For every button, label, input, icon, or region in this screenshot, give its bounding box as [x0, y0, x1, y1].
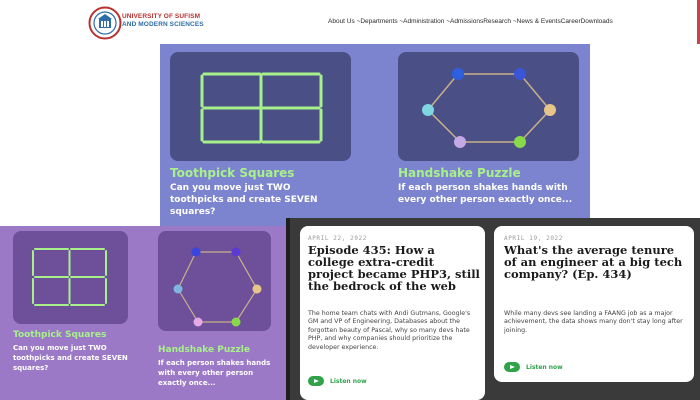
- puzzle-panel-large: Toothpick Squares Can you move just TWO …: [160, 44, 590, 226]
- episode-title[interactable]: Episode 435: How a college extra-credit …: [308, 244, 480, 292]
- listen-now-label: Listen now: [330, 377, 367, 385]
- section-divider: [286, 218, 290, 400]
- episode-card[interactable]: APRIL 19, 2022 What's the average tenure…: [494, 226, 694, 382]
- nav-research[interactable]: Research: [483, 18, 511, 25]
- person-node: [452, 68, 464, 80]
- person-node: [514, 136, 526, 148]
- puzzle-title-handshake[interactable]: Handshake Puzzle: [398, 166, 521, 180]
- nav-about-us[interactable]: About Us: [328, 18, 355, 25]
- nav-career[interactable]: Career: [561, 18, 581, 25]
- person-node: [231, 317, 241, 327]
- puzzle-title-toothpick[interactable]: Toothpick Squares: [170, 166, 294, 180]
- person-node: [252, 284, 262, 294]
- nav-news-events[interactable]: ~News & Events: [513, 18, 561, 25]
- listen-now-button[interactable]: Listen now: [504, 362, 563, 372]
- episode-summary: The home team chats with Andi Gutmans, G…: [308, 310, 471, 351]
- person-node: [193, 317, 203, 327]
- episode-card[interactable]: APRIL 22, 2022 Episode 435: How a colleg…: [300, 226, 485, 400]
- listen-now-label: Listen now: [526, 363, 563, 371]
- puzzle-text-toothpick-small: Can you move just TWO toothpicks and cre…: [13, 344, 128, 372]
- puzzle-title-toothpick-small[interactable]: Toothpick Squares: [13, 330, 106, 340]
- handshake-puzzle-card[interactable]: [398, 52, 579, 161]
- university-name-line1: UNIVERSITY OF SUFISM: [122, 13, 201, 20]
- person-node: [544, 104, 556, 116]
- episode-date: APRIL 19, 2022: [504, 235, 563, 242]
- puzzle-title-handshake-small[interactable]: Handshake Puzzle: [158, 345, 250, 355]
- handshake-hexagon-icon: [173, 247, 262, 327]
- play-icon: [308, 376, 324, 386]
- puzzle-text-toothpick: Can you move just TWO toothpicks and cre…: [170, 183, 318, 217]
- toothpick-squares-card[interactable]: [170, 52, 351, 161]
- handshake-puzzle-card-small[interactable]: [158, 231, 271, 331]
- episode-date: APRIL 22, 2022: [308, 235, 367, 242]
- university-name-line2: AND MODERN SCIENCES: [122, 21, 204, 28]
- university-name[interactable]: UNIVERSITY OF SUFISM AND MODERN SCIENCES: [122, 13, 204, 29]
- site-header: UNIVERSITY OF SUFISM AND MODERN SCIENCES…: [0, 0, 700, 44]
- page: UNIVERSITY OF SUFISM AND MODERN SCIENCES…: [0, 0, 700, 400]
- puzzle-text-handshake: If each person shakes hands with every o…: [398, 183, 573, 205]
- person-node: [454, 136, 466, 148]
- toothpick-grid-icon: [200, 72, 323, 144]
- main-nav: About Us ~Departments ~Administration ~A…: [328, 18, 613, 25]
- person-node: [231, 247, 241, 257]
- listen-now-button[interactable]: Listen now: [308, 376, 367, 386]
- person-node: [173, 284, 183, 294]
- puzzle-text-handshake-small: If each person shakes hands with every o…: [158, 359, 271, 387]
- toothpick-squares-card-small[interactable]: [13, 231, 128, 324]
- puzzle-panel-small: Toothpick Squares Can you move just TWO …: [0, 226, 286, 400]
- person-node: [191, 247, 201, 257]
- toothpick-grid-icon: [32, 248, 107, 306]
- episode-summary: While many devs see landing a FAANG job …: [504, 310, 683, 334]
- university-seal-logo[interactable]: [88, 6, 122, 40]
- nav-administration[interactable]: ~Administration: [399, 18, 444, 25]
- play-icon: [504, 362, 520, 372]
- nav-admissions[interactable]: ~Admissions: [446, 18, 483, 25]
- episode-title[interactable]: What's the average tenure of an engineer…: [504, 244, 689, 280]
- nav-departments[interactable]: ~Departments: [357, 18, 398, 25]
- nav-downloads[interactable]: Downloads: [581, 18, 613, 25]
- person-node: [422, 104, 434, 116]
- handshake-hexagon-icon: [422, 68, 556, 148]
- person-node: [514, 68, 526, 80]
